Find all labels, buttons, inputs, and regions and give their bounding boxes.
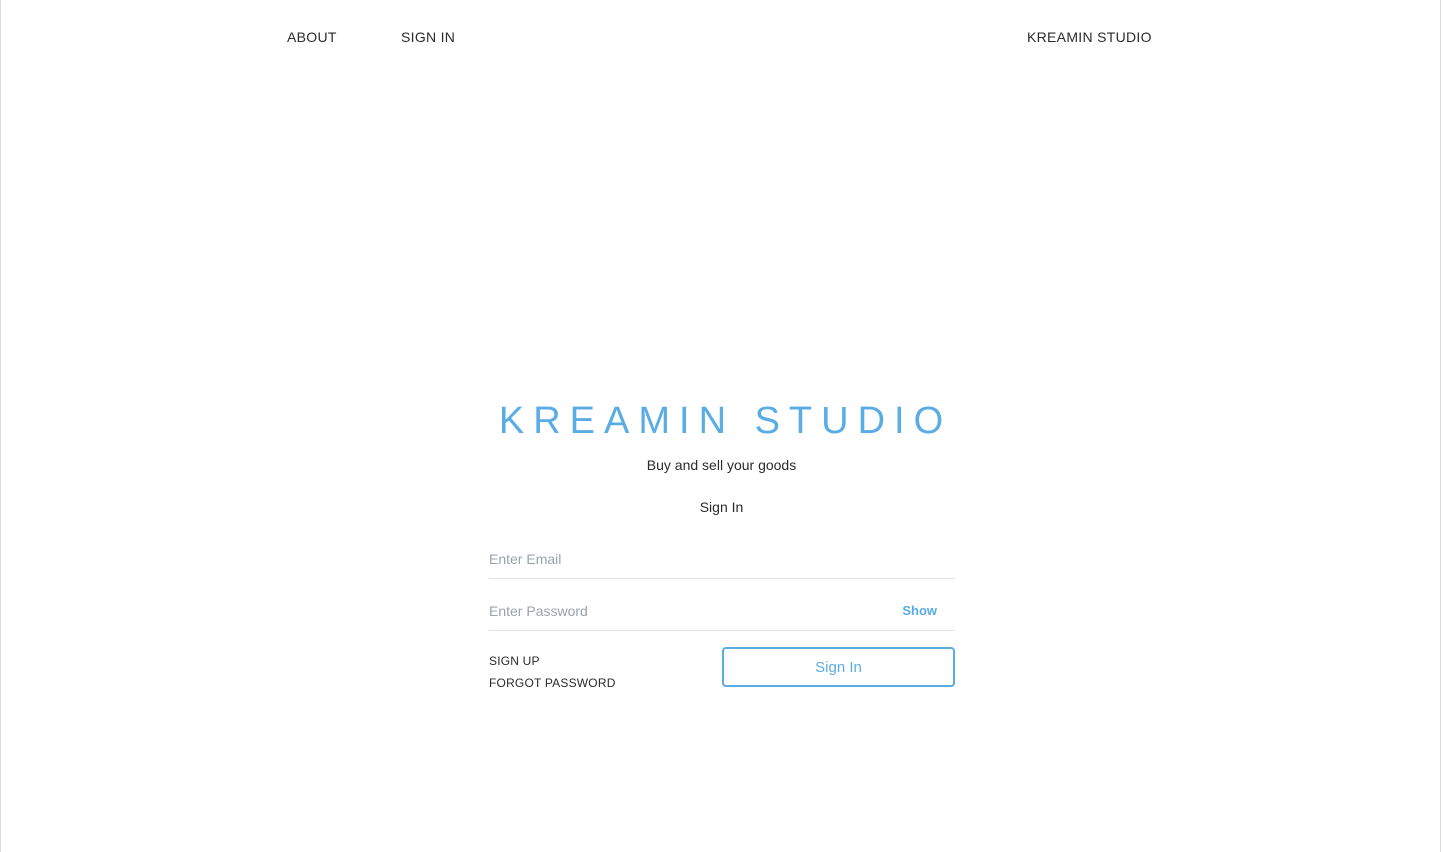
hero-title: KREAMIN STUDIO: [498, 400, 953, 442]
email-field: [489, 548, 955, 579]
nav-about-link[interactable]: ABOUT: [287, 29, 337, 45]
show-password-toggle[interactable]: Show: [902, 603, 937, 618]
password-field: Show: [489, 600, 955, 631]
hero-tagline: Buy and sell your goods: [646, 457, 797, 473]
sign-up-link[interactable]: SIGN UP: [489, 654, 540, 668]
nav-sign-in-link[interactable]: SIGN IN: [401, 29, 455, 45]
sign-in-button[interactable]: Sign In: [722, 647, 955, 687]
email-input[interactable]: [489, 548, 869, 570]
form-heading: Sign In: [699, 499, 744, 515]
nav-brand-link[interactable]: KREAMIN STUDIO: [1027, 29, 1152, 45]
password-input[interactable]: [489, 600, 869, 622]
forgot-password-link[interactable]: FORGOT PASSWORD: [489, 676, 616, 690]
